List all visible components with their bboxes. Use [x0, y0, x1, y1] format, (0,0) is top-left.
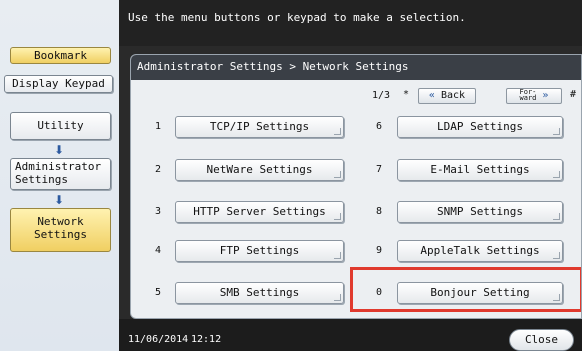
setting-label: TCP/IP Settings	[209, 120, 310, 133]
setting-label: FTP Settings	[219, 244, 300, 257]
double-right-arrow-icon: »	[542, 90, 549, 101]
setting-number: 3	[154, 206, 162, 217]
ftp-settings-button[interactable]: FTP Settings	[175, 240, 344, 262]
setting-number: 8	[375, 206, 383, 217]
down-arrow-icon: ⬇	[54, 193, 65, 207]
administrator-settings-menu-item[interactable]: Administrator Settings	[10, 158, 111, 190]
bookmark-button[interactable]: Bookmark	[10, 47, 111, 64]
settings-content: Administrator Settings > Network Setting…	[130, 54, 582, 319]
status-footer: 11/06/2014 12:12 Close	[119, 319, 582, 351]
setting-number: 2	[154, 164, 162, 175]
instruction-message: Use the menu buttons or keypad to make a…	[119, 0, 582, 46]
ldap-settings-button[interactable]: LDAP Settings	[397, 116, 563, 138]
forward-button[interactable]: For- ward »	[506, 88, 562, 104]
star-key[interactable]: *	[399, 88, 413, 104]
copier-panel-screen: Bookmark Display Keypad Utility ⬇ Admini…	[0, 0, 582, 351]
forward-label: For- ward	[519, 88, 537, 102]
setting-number: 4	[154, 245, 162, 256]
smb-settings-button[interactable]: SMB Settings	[175, 282, 344, 304]
back-label: Back	[440, 90, 466, 101]
email-settings-button[interactable]: E-Mail Settings	[397, 159, 563, 181]
setting-number: 7	[375, 164, 383, 175]
tcpip-settings-button[interactable]: TCP/IP Settings	[175, 116, 344, 138]
hash-key[interactable]: #	[566, 88, 580, 104]
appletalk-settings-button[interactable]: AppleTalk Settings	[397, 240, 563, 262]
setting-label: SMB Settings	[219, 286, 300, 299]
back-button[interactable]: « Back	[418, 88, 476, 104]
setting-label: AppleTalk Settings	[420, 244, 540, 257]
setting-number: 6	[375, 121, 383, 132]
double-left-arrow-icon: «	[428, 90, 435, 101]
setting-label: LDAP Settings	[436, 120, 524, 133]
snmp-settings-button[interactable]: SNMP Settings	[397, 201, 563, 223]
network-settings-menu-item[interactable]: Network Settings	[10, 208, 111, 252]
highlight-box	[350, 267, 581, 312]
left-panel: Bookmark Display Keypad Utility ⬇ Admini…	[0, 0, 119, 351]
setting-number: 9	[375, 245, 383, 256]
setting-number: 1	[154, 121, 162, 132]
utility-menu-item[interactable]: Utility	[10, 112, 111, 140]
down-arrow-icon: ⬇	[54, 143, 65, 157]
setting-label: E-Mail Settings	[430, 163, 530, 176]
setting-number: 5	[154, 287, 162, 298]
http-server-settings-button[interactable]: HTTP Server Settings	[175, 201, 344, 223]
page-indicator: 1/3	[371, 90, 391, 101]
netware-settings-button[interactable]: NetWare Settings	[175, 159, 344, 181]
display-keypad-button[interactable]: Display Keypad	[4, 75, 113, 93]
close-button[interactable]: Close	[509, 329, 574, 351]
setting-label: HTTP Server Settings	[193, 205, 326, 218]
time-display: 12:12	[191, 334, 222, 345]
setting-label: NetWare Settings	[206, 163, 313, 176]
main-panel: Administrator Settings > Network Setting…	[119, 46, 582, 351]
setting-label: SNMP Settings	[436, 205, 524, 218]
date-display: 11/06/2014	[128, 334, 189, 345]
breadcrumb: Administrator Settings > Network Setting…	[131, 55, 581, 80]
